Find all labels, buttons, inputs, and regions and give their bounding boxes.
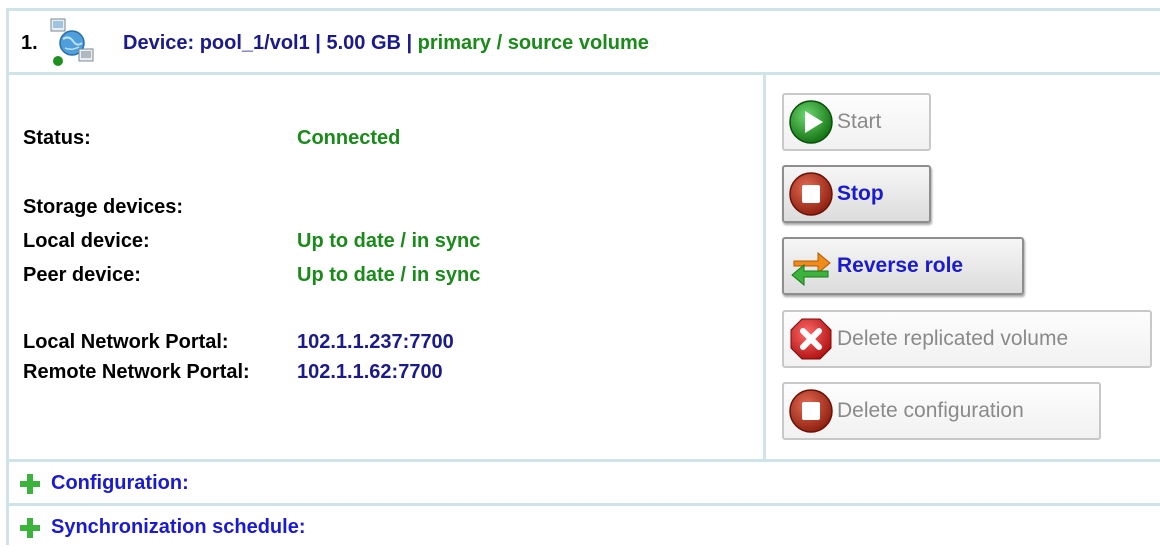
configuration-section-label[interactable]: Configuration: [51, 472, 189, 495]
remote-portal-value: 102.1.1.62:7700 [297, 361, 443, 383]
device-role: primary / source volume [417, 32, 649, 54]
title-separator: | [309, 32, 327, 54]
delete-replicated-volume-button[interactable]: Delete replicated volume [782, 310, 1152, 368]
local-device-value: Up to date / in sync [297, 230, 481, 252]
status-info-panel: Status: Connected Storage devices: Local… [9, 75, 766, 459]
status-value: Connected [297, 127, 401, 149]
stop-button[interactable]: Stop [782, 165, 931, 223]
configuration-section[interactable]: Configuration: [9, 459, 1160, 503]
delete-x-icon [790, 318, 832, 360]
peer-device-value: Up to date / in sync [297, 264, 481, 286]
reverse-arrows-icon [791, 251, 831, 287]
stop-icon [789, 389, 833, 433]
remote-portal-label: Remote Network Portal: [23, 361, 250, 383]
start-button[interactable]: Start [782, 93, 931, 151]
device-name: Device: pool_1/vol1 [123, 32, 310, 54]
network-device-icon [50, 18, 94, 66]
reverse-role-button[interactable]: Reverse role [782, 237, 1024, 295]
status-label: Status: [23, 127, 91, 149]
device-index: 1. [21, 32, 38, 54]
delete-replicated-volume-label: Delete replicated volume [837, 327, 1069, 350]
synchronization-schedule-label[interactable]: Synchronization schedule: [51, 516, 305, 539]
synchronization-schedule-section[interactable]: Synchronization schedule: [9, 503, 1160, 547]
reverse-role-button-label: Reverse role [837, 254, 964, 277]
delete-configuration-button[interactable]: Delete configuration [782, 382, 1101, 440]
start-button-label: Start [837, 110, 882, 133]
expand-plus-icon [20, 474, 40, 494]
delete-configuration-label: Delete configuration [837, 399, 1024, 422]
device-header: 1. Device: pool_1/vol1 | 5.00 GB | prima… [9, 11, 1160, 75]
expand-plus-icon [20, 518, 40, 538]
device-size: 5.00 GB [326, 32, 401, 54]
actions-panel: Start Stop Reverse role Delete replicate… [766, 75, 1160, 459]
play-icon [789, 100, 833, 144]
replication-panel: 1. Device: pool_1/vol1 | 5.00 GB | prima… [6, 8, 1160, 545]
storage-devices-heading: Storage devices: [23, 196, 184, 218]
title-separator: | [400, 32, 418, 54]
local-portal-label: Local Network Portal: [23, 331, 229, 353]
stop-icon [789, 172, 833, 216]
local-portal-value: 102.1.1.237:7700 [297, 331, 454, 353]
device-title: Device: pool_1/vol1 | 5.00 GB | primary … [123, 32, 649, 55]
peer-device-label: Peer device: [23, 264, 141, 286]
stop-button-label: Stop [837, 182, 884, 205]
local-device-label: Local device: [23, 230, 150, 252]
